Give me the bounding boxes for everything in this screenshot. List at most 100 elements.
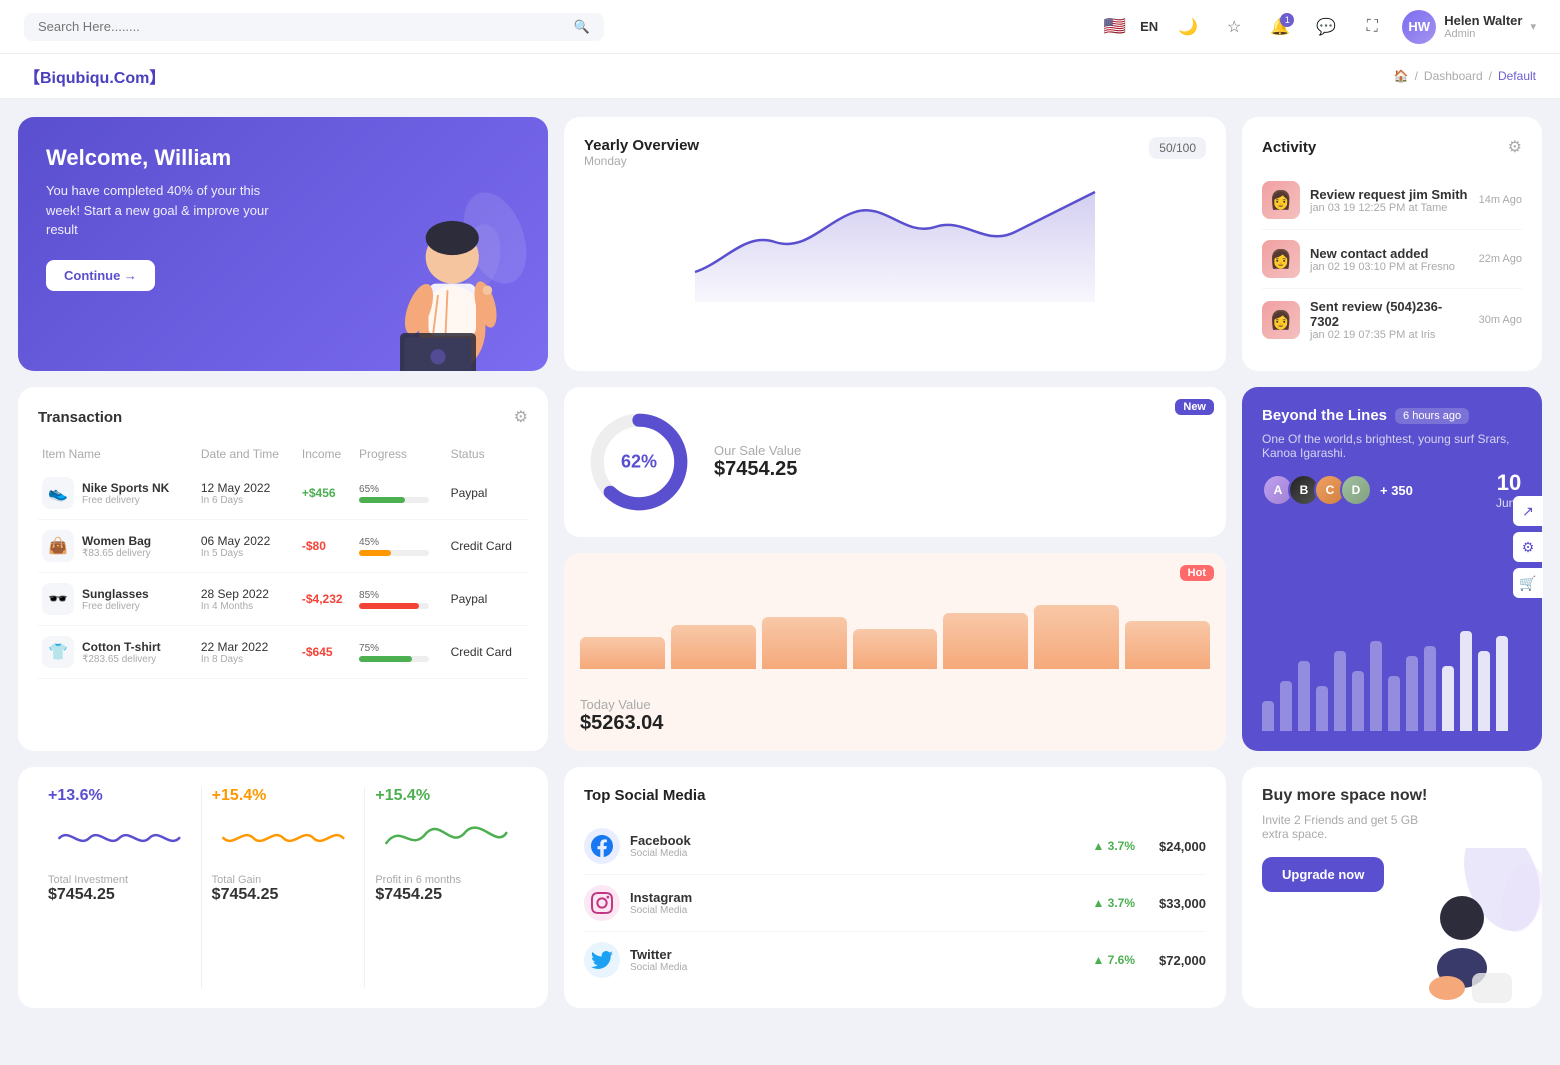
status-cell: Credit Card bbox=[447, 626, 528, 679]
donut-chart: 62% bbox=[584, 407, 694, 517]
buy-space-title: Buy more space now! bbox=[1262, 787, 1522, 805]
table-column-header: Item Name bbox=[38, 441, 197, 467]
today-bar bbox=[1034, 605, 1119, 669]
today-value: $5263.04 bbox=[580, 712, 663, 735]
today-bars bbox=[580, 589, 1210, 669]
progress-cell: 85% bbox=[355, 573, 447, 626]
sale-label-1: Our Sale Value bbox=[714, 443, 801, 458]
item-icon: 👟 bbox=[42, 477, 74, 509]
item-sub: ₹283.65 delivery bbox=[82, 654, 161, 665]
progress-bar-wrap bbox=[359, 497, 429, 503]
activity-item: 👩 New contact added jan 02 19 03:10 PM a… bbox=[1262, 230, 1522, 289]
cart-icon[interactable]: 🛒 bbox=[1513, 568, 1543, 598]
date-day: 10 bbox=[1496, 470, 1522, 496]
user-role: Admin bbox=[1444, 28, 1522, 40]
mini-stat-label: Profit in 6 months bbox=[375, 874, 518, 886]
yearly-overview-card: Yearly Overview Monday 50/100 bbox=[564, 117, 1226, 371]
mini-stat-label: Total Gain bbox=[212, 874, 355, 886]
right-icons: ↗ ⚙ 🛒 bbox=[1513, 496, 1543, 598]
chart-bar bbox=[1298, 661, 1310, 731]
activity-item-subtitle: jan 02 19 07:35 PM at Iris bbox=[1310, 329, 1469, 341]
transaction-title: Transaction bbox=[38, 409, 122, 426]
social-name: Twitter bbox=[630, 947, 687, 962]
item-date-info: In 6 Days bbox=[201, 495, 294, 506]
social-sub: Social Media bbox=[630, 848, 691, 859]
social-item: Instagram Social Media ▲ 3.7% $33,000 bbox=[584, 875, 1206, 932]
item-date: 06 May 2022 bbox=[201, 534, 294, 548]
yearly-header: Yearly Overview Monday 50/100 bbox=[584, 137, 1206, 178]
table-column-header: Progress bbox=[355, 441, 447, 467]
date-cell: 12 May 2022 In 6 Days bbox=[197, 467, 298, 520]
settings-icon[interactable]: ⚙ bbox=[1513, 532, 1543, 562]
item-cell: 🕶️ Sunglasses Free delivery bbox=[38, 573, 197, 626]
dark-mode-toggle[interactable]: 🌙 bbox=[1172, 11, 1204, 43]
welcome-description: You have completed 40% of your this week… bbox=[46, 181, 286, 240]
activity-time: 22m Ago bbox=[1479, 253, 1522, 265]
status-badge: Paypal bbox=[451, 592, 488, 606]
beyond-time: 6 hours ago bbox=[1395, 408, 1469, 424]
main-layout: Welcome, William You have completed 40% … bbox=[0, 99, 1560, 1026]
avatar-4: D bbox=[1340, 474, 1372, 506]
progress-bar bbox=[359, 656, 412, 662]
income-cell: +$456 bbox=[298, 467, 355, 520]
progress-bar bbox=[359, 603, 419, 609]
message-icon[interactable]: 💬 bbox=[1310, 11, 1342, 43]
today-bar bbox=[943, 613, 1028, 669]
activity-text: Sent review (504)236-7302 jan 02 19 07:3… bbox=[1310, 299, 1469, 341]
welcome-card: Welcome, William You have completed 40% … bbox=[18, 117, 548, 371]
transaction-header-row: Item NameDate and TimeIncomeProgressStat… bbox=[38, 441, 528, 467]
mini-stat-value: $7454.25 bbox=[48, 886, 191, 904]
fullscreen-icon[interactable]: ⛶ bbox=[1356, 11, 1388, 43]
income-value: -$80 bbox=[302, 539, 326, 553]
chart-bar bbox=[1370, 641, 1382, 731]
social-icon-fb bbox=[584, 828, 620, 864]
status-badge: Credit Card bbox=[451, 539, 512, 553]
date-cell: 28 Sep 2022 In 4 Months bbox=[197, 573, 298, 626]
item-name: Sunglasses bbox=[82, 587, 149, 601]
table-row: 👟 Nike Sports NK Free delivery 12 May 20… bbox=[38, 467, 528, 520]
flag-icon[interactable]: 🇺🇸 bbox=[1104, 16, 1126, 37]
transaction-gear-icon[interactable]: ⚙ bbox=[514, 407, 528, 427]
chart-bar bbox=[1478, 651, 1490, 731]
yearly-badge: 50/100 bbox=[1149, 137, 1206, 159]
beyond-description: One Of the world,s brightest, young surf… bbox=[1262, 432, 1522, 460]
social-pct: ▲ 7.6% bbox=[1092, 953, 1135, 967]
notification-icon[interactable]: 🔔 1 bbox=[1264, 11, 1296, 43]
user-profile[interactable]: HW Helen Walter Admin ▾ bbox=[1402, 10, 1536, 44]
continue-button[interactable]: Continue → bbox=[46, 260, 155, 291]
sale-info-1: Our Sale Value $7454.25 bbox=[714, 443, 801, 481]
user-name: Helen Walter bbox=[1444, 13, 1522, 28]
chart-bar bbox=[1460, 631, 1472, 731]
search-input[interactable] bbox=[38, 19, 566, 34]
status-cell: Paypal bbox=[447, 573, 528, 626]
activity-thumb: 👩 bbox=[1262, 301, 1300, 339]
item-date: 12 May 2022 bbox=[201, 481, 294, 495]
status-cell: Paypal bbox=[447, 467, 528, 520]
social-value: $33,000 bbox=[1159, 896, 1206, 911]
activity-item: 👩 Review request jim Smith jan 03 19 12:… bbox=[1262, 171, 1522, 230]
star-icon[interactable]: ☆ bbox=[1218, 11, 1250, 43]
mini-stat-pct: +15.4% bbox=[212, 787, 355, 805]
status-cell: Credit Card bbox=[447, 520, 528, 573]
upgrade-button[interactable]: Upgrade now bbox=[1262, 857, 1384, 892]
transaction-table: Item NameDate and TimeIncomeProgressStat… bbox=[38, 441, 528, 679]
today-bar bbox=[671, 625, 756, 669]
breadcrumb-dashboard[interactable]: Dashboard bbox=[1424, 69, 1483, 83]
share-icon[interactable]: ↗ bbox=[1513, 496, 1543, 526]
top-navigation: 🔍 🇺🇸 EN 🌙 ☆ 🔔 1 💬 ⛶ HW Helen Walter Admi… bbox=[0, 0, 1560, 54]
activity-item: 👩 Sent review (504)236-7302 jan 02 19 07… bbox=[1262, 289, 1522, 351]
table-column-header: Date and Time bbox=[197, 441, 298, 467]
search-bar[interactable]: 🔍 bbox=[24, 13, 604, 41]
today-label: Today Value bbox=[580, 697, 663, 712]
item-date-info: In 5 Days bbox=[201, 548, 294, 559]
lang-label[interactable]: EN bbox=[1140, 19, 1158, 34]
bar-chart-inner bbox=[1262, 571, 1522, 731]
income-cell: -$645 bbox=[298, 626, 355, 679]
mini-stat-item: +15.4% Total Gain $7454.25 bbox=[202, 787, 366, 988]
activity-item-title: Review request jim Smith bbox=[1310, 187, 1468, 202]
gear-icon[interactable]: ⚙ bbox=[1508, 137, 1522, 157]
item-icon: 👕 bbox=[42, 636, 74, 668]
social-pct: ▲ 3.7% bbox=[1092, 839, 1135, 853]
bar-chart-card: Beyond the Lines 6 hours ago One Of the … bbox=[1242, 387, 1542, 751]
home-icon[interactable]: 🏠 bbox=[1394, 69, 1409, 83]
